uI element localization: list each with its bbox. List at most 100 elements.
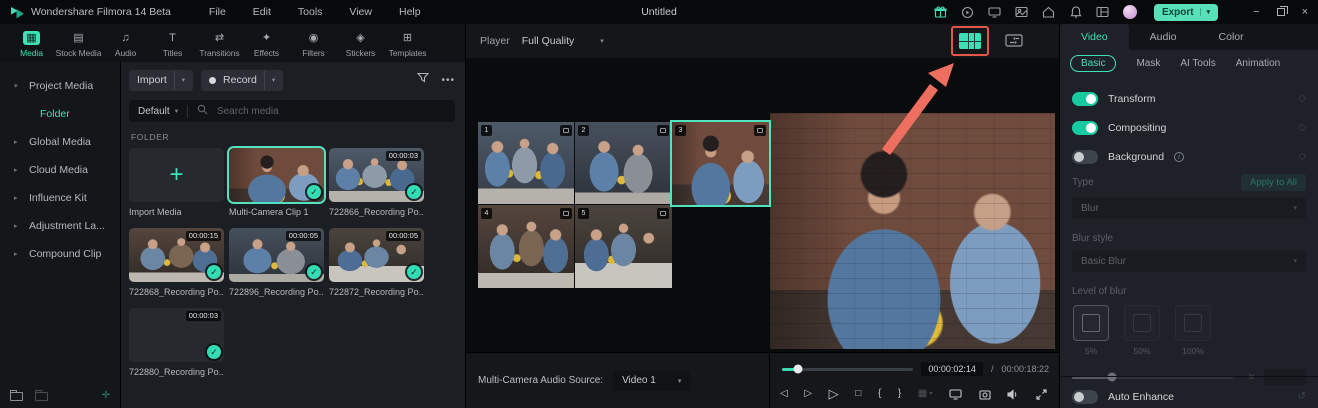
menu-item[interactable]: Edit (253, 6, 271, 18)
export-button[interactable]: Export▾ (1154, 4, 1218, 21)
sidebar-item[interactable]: ▾ Project Media (0, 72, 120, 100)
properties-subtab[interactable]: Animation (1236, 58, 1280, 69)
keyframe-icon[interactable]: ◇ (1298, 93, 1306, 104)
sort-dropdown[interactable]: Default▾ (138, 106, 178, 117)
media-tile[interactable]: + 00:00:05 ✓ 722872_Recording Po... (329, 228, 424, 297)
play-icon[interactable]: ▷ (829, 387, 839, 401)
properties-tab[interactable]: Color (1198, 24, 1265, 50)
clear-icon[interactable]: ✕ (1248, 372, 1256, 383)
blur-level-option[interactable]: 50% (1123, 305, 1161, 356)
media-panel: ▦ Media ▤ Stock Media ♫ Audio T Titles (0, 24, 466, 408)
properties-subtab[interactable]: Mask (1136, 58, 1160, 69)
volume-icon[interactable] (1007, 389, 1019, 400)
blur-style-select[interactable]: Basic Blur▾ (1072, 250, 1306, 272)
menu-item[interactable]: Tools (298, 6, 323, 18)
render-preview-icon[interactable]: ▦▾ (918, 387, 932, 401)
media-tab[interactable]: ◈ Stickers (337, 28, 384, 58)
restore-button[interactable] (1277, 8, 1285, 16)
picture-adjust-button[interactable] (1005, 34, 1023, 52)
next-frame-icon[interactable]: ▷ (804, 387, 812, 401)
camera-view[interactable]: 4 (478, 205, 575, 288)
media-tile[interactable]: + 00:00:05 ✓ 722896_Recording Po... (229, 228, 324, 297)
media-tab[interactable]: ♫ Audio (102, 28, 149, 58)
close-button[interactable]: × (1302, 7, 1308, 18)
camera-view[interactable]: 3 (672, 122, 769, 205)
collapse-panel-icon[interactable]: ✛ (102, 390, 110, 401)
sidebar-item[interactable]: ▸ Influence Kit (0, 184, 120, 212)
fullscreen-icon[interactable] (1036, 389, 1047, 400)
sidebar-item[interactable]: ▸ Cloud Media (0, 156, 120, 184)
properties-subtab[interactable]: AI Tools (1180, 58, 1215, 69)
search-input[interactable] (217, 106, 446, 117)
filter-icon[interactable] (417, 71, 429, 89)
toggle-knob (1074, 152, 1084, 162)
camera-view[interactable]: 1 (478, 122, 575, 205)
seek-bar[interactable] (782, 368, 913, 371)
menu-item[interactable]: View (349, 6, 372, 18)
sidebar-item[interactable]: Folder (0, 100, 120, 128)
mark-out-icon[interactable]: } (898, 387, 901, 401)
tutorial-icon[interactable] (961, 5, 975, 19)
media-tab[interactable]: T Titles (149, 28, 196, 58)
reset-icon[interactable]: ↺ (1298, 391, 1306, 402)
record-button[interactable]: Record▾ (201, 70, 283, 91)
more-options-icon[interactable]: ••• (441, 75, 455, 86)
minimize-button[interactable]: − (1253, 7, 1259, 18)
snapshot-icon[interactable] (1015, 5, 1029, 19)
media-tab[interactable]: ▦ Media (8, 28, 55, 58)
toggle-switch[interactable] (1072, 150, 1098, 164)
media-tile[interactable]: + 00:00:03 ✓ 722880_Recording Po... (129, 308, 224, 377)
snapshot-icon[interactable] (979, 389, 991, 400)
media-tile[interactable]: + 00:00:03 ✓ 722866_Recording Po... (329, 148, 424, 217)
screen-record-icon[interactable] (988, 5, 1002, 19)
multicam-view-button[interactable] (959, 33, 981, 49)
sidebar-item[interactable]: ▸ Compound Clip (0, 240, 120, 268)
blur-level-swatch (1175, 305, 1211, 341)
blur-level-option[interactable]: 100% (1174, 305, 1212, 356)
properties-tab[interactable]: Video (1060, 24, 1129, 50)
blur-slider-handle[interactable] (1108, 373, 1117, 382)
properties-subtab[interactable]: Basic (1070, 55, 1116, 72)
screen-icon[interactable] (949, 389, 962, 400)
media-tab-label: Stickers (337, 48, 384, 58)
notifications-icon[interactable] (1069, 5, 1083, 19)
media-tile[interactable]: + ✓ Import Media (129, 148, 224, 217)
blur-level-option[interactable]: 5% (1072, 305, 1110, 356)
camera-view[interactable]: 5 (575, 205, 672, 288)
sidebar-item[interactable]: ▸ Global Media (0, 128, 120, 156)
layout-icon[interactable] (1096, 5, 1110, 19)
menu-item[interactable]: Help (399, 6, 421, 18)
properties-tabs: VideoAudioColor (1060, 24, 1318, 50)
media-tab[interactable]: ▤ Stock Media (55, 28, 102, 58)
toggle-switch[interactable] (1072, 121, 1098, 135)
gift-icon[interactable] (934, 5, 948, 19)
delete-folder-icon[interactable] (35, 392, 48, 401)
menu-item[interactable]: File (209, 6, 226, 18)
auto-enhance-toggle[interactable] (1072, 390, 1098, 404)
keyframe-icon[interactable]: ◇ (1298, 151, 1306, 162)
previous-frame-icon[interactable]: ◁ (780, 387, 788, 401)
media-tab[interactable]: ⇄ Transitions (196, 28, 243, 58)
apply-to-all-button[interactable]: Apply to All (1241, 174, 1306, 191)
properties-tab[interactable]: Audio (1129, 24, 1198, 50)
new-folder-icon[interactable] (10, 392, 23, 401)
media-tab[interactable]: ⊞ Templates (384, 28, 431, 58)
audio-source-dropdown[interactable]: Video 1▾ (613, 371, 690, 391)
media-tile[interactable]: + ✓ Multi-Camera Clip 1 (229, 148, 324, 217)
media-tab[interactable]: ✦ Effects (243, 28, 290, 58)
sidebar-item[interactable]: ▸ Adjustment La... (0, 212, 120, 240)
import-button[interactable]: Import▾ (129, 70, 193, 91)
home-icon[interactable] (1042, 5, 1056, 19)
media-toolbar: Import▾ Record▾ ••• (129, 68, 455, 92)
stop-icon[interactable]: □ (855, 387, 861, 401)
toggle-switch[interactable] (1072, 92, 1098, 106)
media-tab[interactable]: ◉ Filters (290, 28, 337, 58)
seek-handle[interactable] (793, 365, 802, 374)
camera-view[interactable]: 2 (575, 122, 672, 205)
keyframe-icon[interactable]: ◇ (1298, 122, 1306, 133)
media-tile[interactable]: + 00:00:15 ✓ 722868_Recording Po... (129, 228, 224, 297)
mark-in-icon[interactable]: { (878, 387, 881, 401)
type-select[interactable]: Blur▾ (1072, 197, 1306, 219)
quality-dropdown[interactable]: Full Quality▾ (522, 35, 604, 47)
avatar[interactable] (1123, 5, 1137, 19)
